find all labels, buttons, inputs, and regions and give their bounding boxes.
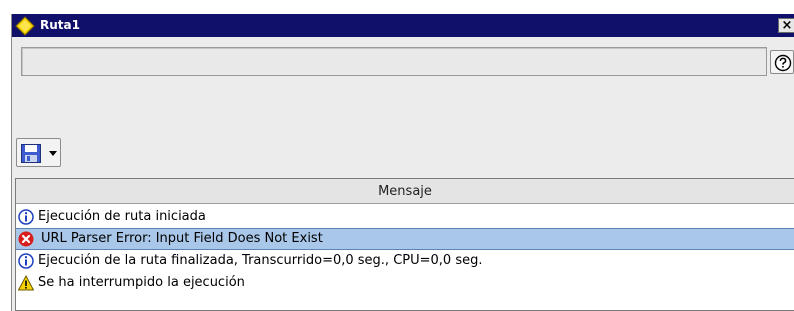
warning-icon [18, 275, 34, 291]
save-disk-icon [21, 144, 41, 163]
table-row-selected[interactable]: URL Parser Error: Input Field Does Not E… [16, 228, 794, 250]
stream-diamond-icon [15, 16, 35, 36]
title-bar[interactable]: Ruta1 × [12, 14, 794, 37]
close-button[interactable]: × [778, 18, 794, 33]
help-icon [774, 54, 792, 72]
row-message: Ejecución de ruta iniciada [38, 209, 206, 224]
stream-window: Ruta1 × Mensaje Ejecución de ruta inicia… [11, 14, 794, 311]
info-icon [18, 209, 34, 225]
row-message: Ejecución de la ruta finalizada, Transcu… [38, 253, 483, 268]
error-icon [18, 231, 34, 247]
table-row[interactable]: Se ha interrumpido la ejecución [16, 272, 794, 294]
status-field [21, 47, 767, 76]
message-table[interactable]: Mensaje Ejecución de ruta iniciada URL P… [15, 178, 794, 311]
save-dropdown-button[interactable] [16, 138, 61, 167]
row-message: URL Parser Error: Input Field Does Not E… [41, 231, 323, 246]
table-row[interactable]: Ejecución de la ruta finalizada, Transcu… [16, 250, 794, 272]
window-title: Ruta1 [40, 18, 80, 32]
help-button[interactable] [770, 50, 794, 74]
chevron-down-icon [49, 151, 57, 156]
info-icon [18, 253, 34, 269]
column-header-mensaje[interactable]: Mensaje [16, 179, 794, 204]
row-message: Se ha interrumpido la ejecución [38, 275, 245, 290]
table-row[interactable]: Ejecución de ruta iniciada [16, 206, 794, 228]
